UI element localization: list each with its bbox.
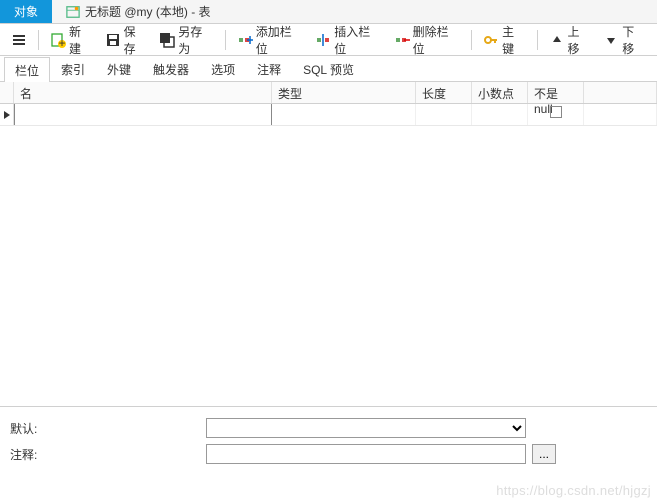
grid-empty-area [0,126,657,406]
cell-name[interactable] [14,104,272,125]
comment-label: 注释: [10,446,200,463]
cell-length[interactable] [416,104,472,125]
cell-type[interactable] [272,104,416,125]
field-properties-panel: 默认: 注释: ... [0,406,657,475]
col-header-notnull[interactable]: 不是 null [528,82,584,103]
insertfield-button[interactable]: 插入栏位 [310,20,386,60]
fields-grid-header: 名 类型 长度 小数点 不是 null [0,82,657,104]
addfield-button[interactable]: 添加栏位 [232,20,308,60]
key-icon [483,32,499,48]
row-marker-header [0,82,14,103]
watermark-text: https://blog.csdn.net/hjgzj [496,483,651,498]
comment-input[interactable] [206,444,526,464]
cell-spacer [584,104,657,125]
saveas-label: 另存为 [178,23,214,57]
new-label: 新建 [69,23,93,57]
col-header-type[interactable]: 类型 [272,82,416,103]
toolbar: + 新建 保存 另存为 添加栏位 插入栏位 删除栏位 主键 上移 下移 [0,24,657,56]
subtab-foreignkey[interactable]: 外键 [96,56,142,81]
default-label: 默认: [10,420,200,437]
subtab-options[interactable]: 选项 [200,56,246,81]
save-icon [105,32,121,48]
cell-notnull[interactable] [528,104,584,125]
separator [471,30,472,50]
tab-object-label: 对象 [14,3,38,20]
moveup-label: 上移 [568,23,592,57]
primarykey-button[interactable]: 主键 [478,20,531,60]
sub-tabs: 栏位 索引 外键 触发器 选项 注释 SQL 预览 [0,56,657,82]
col-header-length[interactable]: 长度 [416,82,472,103]
separator [38,30,39,50]
col-header-decimals[interactable]: 小数点 [472,82,528,103]
addfield-icon [237,32,253,48]
menu-button[interactable] [6,29,32,51]
movedown-label: 下移 [622,23,646,57]
saveas-icon [159,32,175,48]
subtab-sqlpreview[interactable]: SQL 预览 [292,56,365,81]
primarykey-label: 主键 [502,23,526,57]
cell-decimals[interactable] [472,104,528,125]
separator [537,30,538,50]
col-header-spacer [584,82,657,103]
default-select[interactable] [206,418,526,438]
subtab-fields[interactable]: 栏位 [4,57,50,82]
deletefield-label: 删除栏位 [413,23,460,57]
comment-more-button[interactable]: ... [532,444,556,464]
row-indicator-icon [0,104,14,125]
saveas-button[interactable]: 另存为 [154,20,219,60]
checkbox-icon[interactable] [550,106,562,118]
deletefield-button[interactable]: 删除栏位 [389,20,465,60]
deletefield-icon [394,32,410,48]
col-header-name[interactable]: 名 [14,82,272,103]
arrow-up-icon [549,32,565,48]
new-button[interactable]: + 新建 [45,20,98,60]
subtab-index[interactable]: 索引 [50,56,96,81]
hamburger-icon [11,32,27,48]
addfield-label: 添加栏位 [256,23,303,57]
tab-untitled-label: 无标题 @my (本地) - 表 [85,3,211,20]
save-button[interactable]: 保存 [100,20,153,60]
table-icon [66,5,80,19]
arrow-down-icon [603,32,619,48]
table-row[interactable] [0,104,657,126]
new-icon: + [50,32,66,48]
subtab-trigger[interactable]: 触发器 [142,56,200,81]
svg-text:+: + [58,36,65,48]
movedown-button[interactable]: 下移 [598,20,651,60]
save-label: 保存 [124,23,148,57]
insertfield-label: 插入栏位 [334,23,381,57]
moveup-button[interactable]: 上移 [544,20,597,60]
subtab-comment[interactable]: 注释 [246,56,292,81]
insertfield-icon [315,32,331,48]
separator [225,30,226,50]
